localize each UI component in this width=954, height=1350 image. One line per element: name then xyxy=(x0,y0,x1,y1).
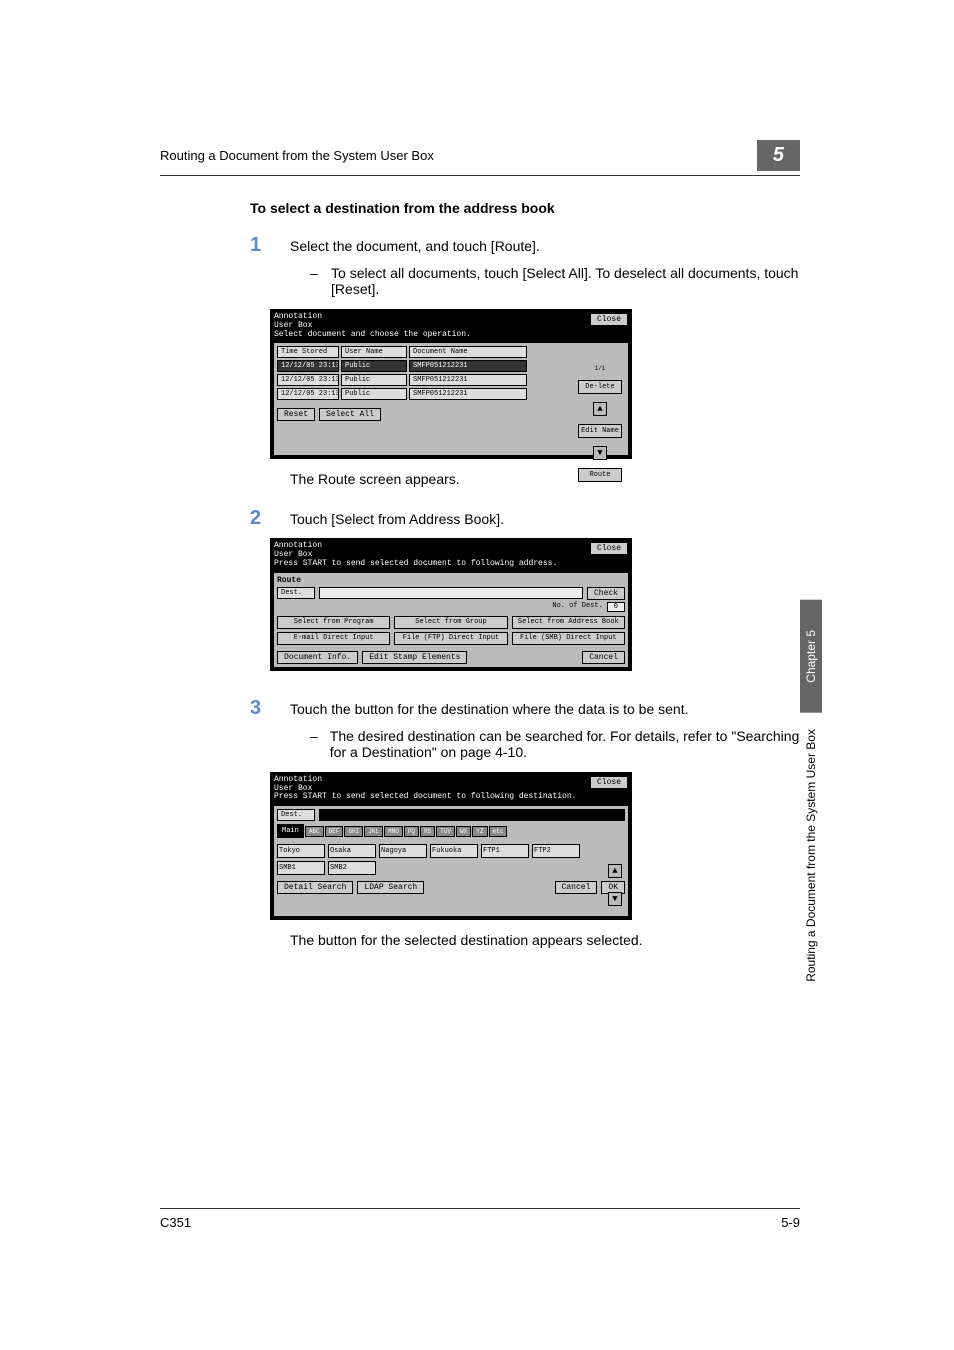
step-number: 3 xyxy=(250,697,266,720)
tab-yz[interactable]: YZ xyxy=(472,826,487,837)
select-from-group-button[interactable]: Select from Group xyxy=(394,616,507,629)
table-row[interactable]: 12/12/05 23:13 Public SMFP051212231 xyxy=(277,388,563,400)
ldap-search-button[interactable]: LDAP Search xyxy=(357,881,424,894)
dest-fukuoka[interactable]: Fukuoka xyxy=(430,844,478,858)
side-chapter: Chapter 5 xyxy=(800,600,822,713)
tab-wx[interactable]: WX xyxy=(456,826,471,837)
caption-1: The Route screen appears. xyxy=(290,471,800,487)
tab-mno[interactable]: MNO xyxy=(384,826,403,837)
tab-abc[interactable]: ABC xyxy=(305,826,324,837)
tab-pq[interactable]: PQ xyxy=(404,826,419,837)
table-row[interactable]: 12/12/05 23:13 Public SMFP051212231 xyxy=(277,360,563,372)
side-section: Routing a Document from the System User … xyxy=(802,721,820,990)
alpha-tabs: Main ABC DEF GHI JKL MNO PQ RS TUV WX YZ… xyxy=(277,824,625,838)
tab-jkl[interactable]: JKL xyxy=(364,826,383,837)
col-doc: Document Name xyxy=(409,346,527,358)
cancel-button[interactable]: Cancel xyxy=(582,651,625,664)
bullet-text: To select all documents, touch [Select A… xyxy=(331,265,800,297)
footer-right: 5-9 xyxy=(781,1215,800,1230)
close-button[interactable]: Close xyxy=(590,776,628,789)
scroll-down-icon[interactable]: ▼ xyxy=(593,446,607,460)
tab-tuv[interactable]: TUV xyxy=(436,826,455,837)
edit-stamp-button[interactable]: Edit Stamp Elements xyxy=(362,651,467,664)
dest-label: Dest. xyxy=(277,809,315,821)
dest-smb2[interactable]: SMB2 xyxy=(328,861,376,875)
step-3: 3 Touch the button for the destination w… xyxy=(250,697,800,720)
nof-value: 0 xyxy=(607,602,625,612)
screenshot-route: Annotation User Box Press START to send … xyxy=(270,538,800,670)
delete-button[interactable]: De-lete xyxy=(578,380,622,394)
scroll-up-icon[interactable]: ▲ xyxy=(608,864,622,878)
document-info-button[interactable]: Document Info. xyxy=(277,651,358,664)
nof-label: No. of Dest. xyxy=(552,602,602,612)
email-direct-input-button[interactable]: E-mail Direct Input xyxy=(277,632,390,645)
step-text: Touch the button for the destination whe… xyxy=(290,701,800,717)
edit-name-button[interactable]: Edit Name xyxy=(578,424,622,438)
close-button[interactable]: Close xyxy=(590,313,628,326)
chapter-badge: 5 xyxy=(757,140,800,171)
tab-etc[interactable]: etc xyxy=(489,826,508,837)
dest-ftp1[interactable]: FTP1 xyxy=(481,844,529,858)
screenshot-document-list: Annotation User Box Select document and … xyxy=(270,309,800,459)
select-all-button[interactable]: Select All xyxy=(319,408,381,421)
tab-ghi[interactable]: GHI xyxy=(344,826,363,837)
dash-icon: – xyxy=(310,265,319,297)
page-count: 1/1 xyxy=(595,365,606,372)
header-title: Routing a Document from the System User … xyxy=(160,148,749,163)
dash-icon: – xyxy=(310,728,318,760)
scroll-up-icon[interactable]: ▲ xyxy=(593,402,607,416)
table-row[interactable]: 12/12/05 23:13 Public SMFP051212231 xyxy=(277,374,563,386)
step-3-detail: – The desired destination can be searche… xyxy=(310,728,800,760)
page-header: Routing a Document from the System User … xyxy=(160,140,800,176)
select-from-address-book-button[interactable]: Select from Address Book xyxy=(512,616,625,629)
select-from-program-button[interactable]: Select from Program xyxy=(277,616,390,629)
close-button[interactable]: Close xyxy=(590,542,628,555)
step-1-detail: – To select all documents, touch [Select… xyxy=(310,265,800,297)
col-user: User Name xyxy=(341,346,407,358)
route-button[interactable]: Route xyxy=(578,468,622,482)
ftp-direct-input-button[interactable]: File (FTP) Direct Input xyxy=(394,632,507,645)
scroll-down-icon[interactable]: ▼ xyxy=(608,892,622,906)
side-tab: Chapter 5 Routing a Document from the Sy… xyxy=(800,600,822,989)
dest-display xyxy=(319,809,625,821)
col-time[interactable]: Time Stored xyxy=(277,346,339,358)
step-2: 2 Touch [Select from Address Book]. xyxy=(250,507,800,530)
reset-button[interactable]: Reset xyxy=(277,408,315,421)
step-text: Touch [Select from Address Book]. xyxy=(290,511,800,527)
step-text: Select the document, and touch [Route]. xyxy=(290,238,800,254)
screenshot-destination-select: Annotation User Box Press START to send … xyxy=(270,772,800,920)
dest-osaka[interactable]: Osaka xyxy=(328,844,376,858)
smb-direct-input-button[interactable]: File (SMB) Direct Input xyxy=(512,632,625,645)
page-footer: C351 5-9 xyxy=(160,1208,800,1230)
step-number: 2 xyxy=(250,507,266,530)
tab-rs[interactable]: RS xyxy=(420,826,435,837)
section-subheading: To select a destination from the address… xyxy=(250,200,800,216)
dest-nagoya[interactable]: Nagoya xyxy=(379,844,427,858)
dest-tokyo[interactable]: Tokyo xyxy=(277,844,325,858)
step-number: 1 xyxy=(250,234,266,257)
step-1: 1 Select the document, and touch [Route]… xyxy=(250,234,800,257)
tab-main[interactable]: Main xyxy=(277,824,304,838)
check-button[interactable]: Check xyxy=(587,587,625,600)
detail-search-button[interactable]: Detail Search xyxy=(277,881,353,894)
route-label: Route xyxy=(277,576,625,585)
panel-instruction: Press START to send selected document to… xyxy=(274,793,576,802)
bullet-text: The desired destination can be searched … xyxy=(330,728,800,760)
panel-title-1: Annotation xyxy=(274,542,557,551)
tab-def[interactable]: DEF xyxy=(325,826,344,837)
dest-field xyxy=(319,587,583,599)
dest-label: Dest. xyxy=(277,587,315,599)
panel-instruction: Select document and choose the operation… xyxy=(274,331,471,340)
dest-smb1[interactable]: SMB1 xyxy=(277,861,325,875)
cancel-button[interactable]: Cancel xyxy=(555,881,598,894)
panel-instruction: Press START to send selected document to… xyxy=(274,560,557,569)
footer-left: C351 xyxy=(160,1215,191,1230)
caption-3: The button for the selected destination … xyxy=(290,932,800,948)
dest-ftp2[interactable]: FTP2 xyxy=(532,844,580,858)
panel-title-1: Annotation xyxy=(274,776,576,785)
